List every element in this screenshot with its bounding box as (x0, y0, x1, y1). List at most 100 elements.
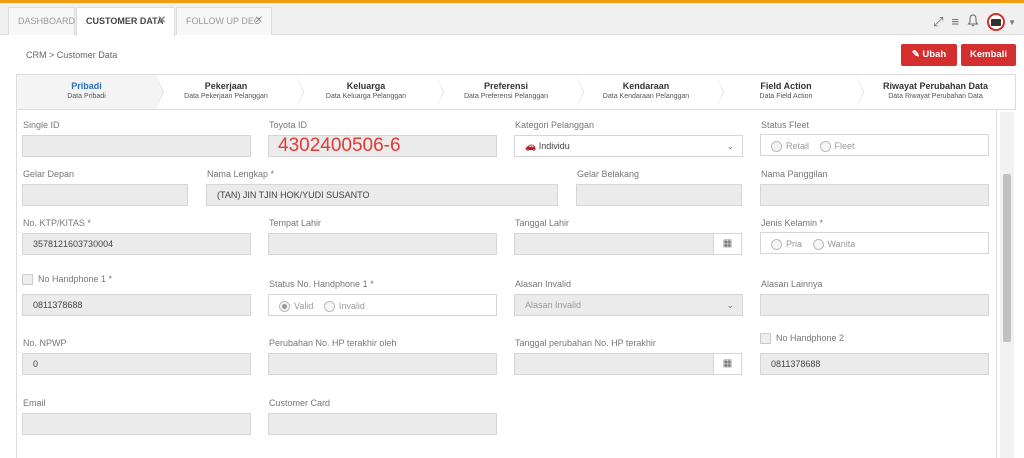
alasan-lainnya-label: Alasan Lainnya (761, 279, 823, 289)
step-divider-inner (436, 75, 443, 109)
no-hp1-checkbox-label[interactable]: No Handphone 1 * (22, 274, 113, 286)
jenis-kelamin-radio-group: Pria Wanita (760, 232, 989, 254)
npwp-input[interactable]: 0 (22, 353, 251, 375)
close-icon[interactable]: ✕ (158, 8, 166, 34)
status-hp1-radio-group: Valid Invalid (268, 294, 497, 316)
breadcrumb: CRM > Customer Data (26, 50, 118, 60)
menu-icon[interactable]: ≡ (951, 15, 959, 29)
tab-dashboard[interactable]: DASHBOARD (8, 7, 75, 35)
nama-panggilan-input[interactable] (760, 184, 989, 206)
fullscreen-icon[interactable]: ⤢ (933, 15, 943, 29)
step-subtitle: Data Field Action (759, 93, 813, 100)
tanggal-perubahan-hp-input[interactable] (514, 353, 714, 375)
tab-label: CUSTOMER DATA (86, 16, 164, 26)
kategori-label: Kategori Pelanggan (515, 120, 595, 130)
radio-label: Pria (786, 238, 803, 249)
step-title: Riwayat Perubahan Data (882, 81, 989, 91)
edit-button[interactable]: ✎ Ubah (901, 44, 957, 66)
wizard-steps: Pribadi Data Pribadi Pekerjaan Data Pekerj… (16, 74, 1016, 110)
step-title: Pekerjaan (204, 81, 248, 91)
single-id-label: Single ID (23, 120, 60, 130)
chevron-down-icon: ⌄ (726, 300, 734, 310)
close-icon[interactable]: ✕ (255, 8, 263, 34)
alasan-lainnya-input[interactable] (760, 294, 989, 316)
gelar-belakang-input[interactable] (576, 184, 742, 206)
alasan-invalid-label: Alasan Invalid (515, 279, 572, 289)
step-subtitle: Data Keluarga Pelanggan (325, 93, 407, 100)
tab-label: DASHBOARD (18, 16, 76, 26)
top-right-toolbar: ⤢ ≡ ▼ (933, 12, 1016, 32)
customer-card-label: Customer Card (269, 398, 331, 408)
no-hp1-input[interactable]: 0811378688 (22, 294, 251, 316)
radio-label: Retail (786, 140, 810, 151)
chevron-down-icon[interactable]: ▼ (1008, 18, 1016, 27)
step-pribadi[interactable]: Pribadi Data Pribadi (17, 75, 164, 109)
radio-valid[interactable]: Valid (279, 296, 313, 316)
radio-retail[interactable]: Retail (771, 136, 809, 156)
nama-panggilan-label: Nama Panggilan (761, 169, 828, 179)
back-button[interactable]: Kembali (961, 44, 1016, 66)
ktp-input[interactable]: 3578121603730004 (22, 233, 251, 255)
kategori-value: Individu (538, 141, 570, 151)
radio-icon (323, 300, 335, 312)
tab-follow-up-dec[interactable]: FOLLOW UP DEC ✕ (176, 7, 272, 35)
scrollbar[interactable] (1000, 112, 1014, 458)
email-label: Email (23, 398, 46, 408)
gelar-belakang-label: Gelar Belakang (577, 169, 640, 179)
checkbox-icon[interactable] (760, 333, 771, 345)
step-divider-inner (576, 75, 583, 109)
step-kendaraan[interactable]: Kendaraan Data Kendaraan Pelanggan (576, 75, 724, 109)
email-input[interactable] (22, 413, 251, 435)
radio-label: Valid (294, 300, 314, 311)
step-pekerjaan[interactable]: Pekerjaan Data Pekerjaan Pelanggan (156, 75, 304, 109)
user-avatar[interactable] (987, 13, 1006, 31)
tempat-lahir-input[interactable] (268, 233, 497, 255)
radio-label: Wanita (827, 238, 856, 249)
car-icon: 🚗 (525, 141, 537, 151)
no-hp2-checkbox-label[interactable]: No Handphone 2 (760, 333, 845, 345)
step-title: Kendaraan (622, 81, 670, 91)
step-divider-inner (856, 75, 863, 109)
tab-customer-data[interactable]: CUSTOMER DATA ✕ (76, 7, 175, 36)
checkbox-icon[interactable] (22, 274, 33, 286)
step-title: Keluarga (346, 81, 386, 91)
step-subtitle: Data Preferensi Pelanggan (463, 93, 549, 100)
radio-fleet[interactable]: Fleet (819, 136, 855, 156)
radio-icon (771, 140, 782, 152)
radio-invalid[interactable]: Invalid (323, 296, 365, 316)
radio-pria[interactable]: Pria (771, 234, 802, 254)
calendar-icon[interactable]: ▦ (713, 353, 742, 375)
tempat-lahir-label: Tempat Lahir (269, 218, 322, 228)
gelar-depan-label: Gelar Depan (23, 169, 75, 179)
no-hp1-label: No Handphone 1 * (38, 274, 113, 284)
radio-icon (279, 300, 290, 312)
perubahan-hp-oleh-label: Perubahan No. HP terakhir oleh (269, 338, 397, 348)
customer-card-input[interactable] (268, 413, 497, 435)
step-preferensi[interactable]: Preferensi Data Preferensi Pelanggan (436, 75, 584, 109)
chevron-down-icon: ⌄ (726, 141, 734, 151)
scrollbar-thumb[interactable] (1003, 174, 1011, 342)
jenis-kelamin-label: Jenis Kelamin * (761, 218, 824, 228)
nama-lengkap-label: Nama Lengkap * (207, 169, 275, 179)
no-hp2-label: No Handphone 2 (776, 333, 845, 343)
tanggal-lahir-input[interactable] (514, 233, 714, 255)
perubahan-hp-oleh-input[interactable] (268, 353, 497, 375)
calendar-icon[interactable]: ▦ (713, 233, 742, 255)
step-keluarga[interactable]: Keluarga Data Keluarga Pelanggan (296, 75, 444, 109)
toyota-id-input[interactable]: 4302400506-6 (268, 135, 497, 157)
radio-wanita[interactable]: Wanita (812, 234, 856, 254)
kategori-select[interactable]: 🚗 Individu ⌄ (514, 135, 743, 157)
step-riwayat-perubahan[interactable]: Riwayat Perubahan Data Data Riwayat Perub… (856, 75, 1015, 109)
step-divider-inner (156, 75, 163, 109)
radio-icon (771, 238, 782, 250)
step-title: Field Action (760, 81, 812, 91)
alasan-invalid-select[interactable]: Alasan Invalid ⌄ (514, 294, 743, 316)
bell-icon[interactable] (967, 14, 979, 30)
nama-lengkap-input[interactable]: (TAN) JIN TJIN HOK/YUDI SUSANTO (206, 184, 558, 206)
step-field-action[interactable]: Field Action Data Field Action (716, 75, 864, 109)
single-id-input[interactable] (22, 135, 251, 157)
gelar-depan-input[interactable] (22, 184, 188, 206)
step-title: Pribadi (71, 81, 102, 91)
toyota-id-label: Toyota ID (269, 120, 308, 130)
no-hp2-input[interactable]: 0811378688 (760, 353, 989, 375)
